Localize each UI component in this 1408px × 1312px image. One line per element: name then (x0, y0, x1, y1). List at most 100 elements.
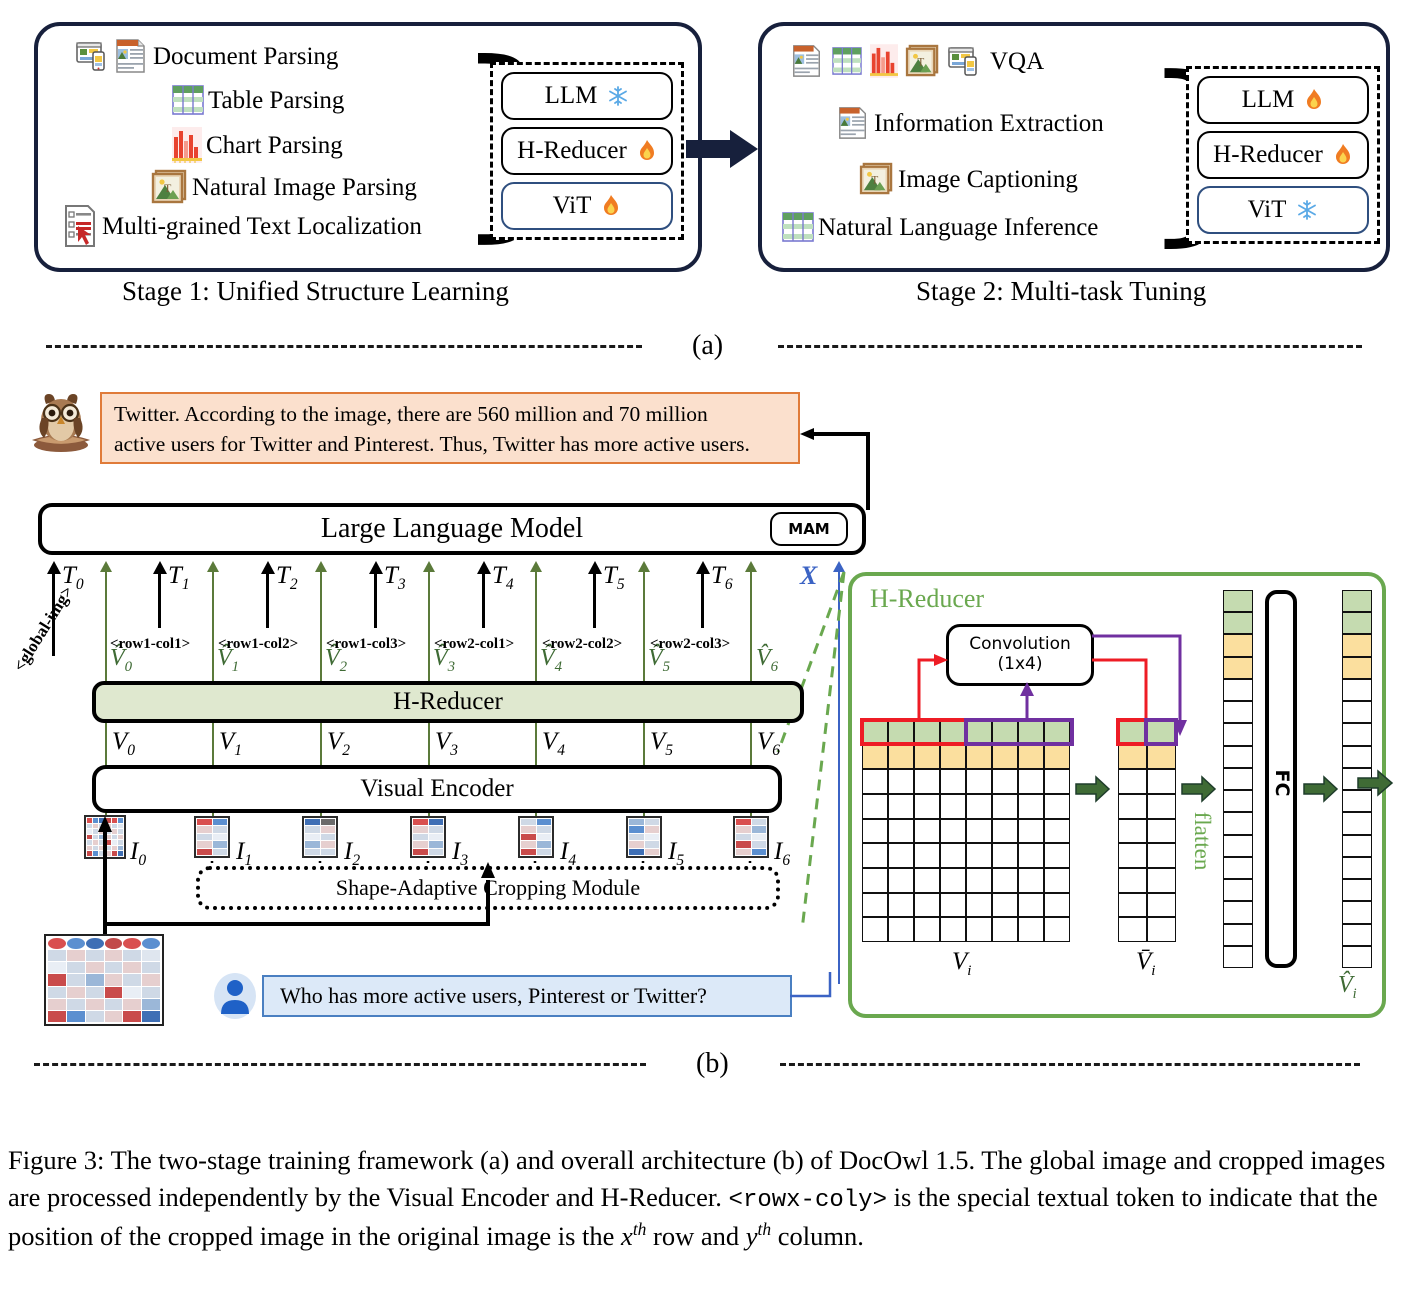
vbar-strip (1118, 720, 1176, 942)
snowflake-icon (1296, 199, 1318, 221)
vhat-cell (1342, 879, 1372, 902)
token-t2: T2 (276, 562, 298, 593)
vhat0-shaft (105, 572, 107, 682)
vbar-cell (1118, 867, 1147, 893)
token-t4: T4 (492, 562, 514, 593)
vi-cell (888, 843, 914, 868)
stage2-task-1-label: Information Extraction (874, 109, 1104, 137)
stage2-module-llm[interactable]: LLM (1197, 76, 1369, 124)
stage2-module-vit[interactable]: ViT (1197, 186, 1369, 234)
vi-cell (992, 892, 1018, 918)
vi-to-vbar-arrow (1075, 775, 1111, 803)
vbar-cell (1118, 892, 1147, 918)
vi-cell (940, 917, 966, 942)
snowflake-icon (607, 85, 629, 107)
rowcol-token-5: <row2-col3> (650, 636, 731, 652)
vi-cell (862, 744, 888, 770)
vi-cell (1044, 843, 1070, 868)
stage1-task-2: Chart Parsing (172, 127, 343, 163)
stage2-module-vit-label: ViT (1247, 196, 1287, 223)
rowcol-token-3: <row2-col1> (434, 636, 515, 652)
vi-cell (1044, 769, 1070, 794)
h-reducer-label: H-Reducer (393, 688, 503, 715)
vhat5-shaft (643, 572, 645, 682)
vhat3-arrowhead (423, 561, 435, 572)
vhat4-arrowhead (530, 561, 542, 572)
x-arrowhead (833, 561, 845, 572)
vbar-label: V̄i (1136, 948, 1156, 979)
stage1-module-hreducer[interactable]: H-Reducer (501, 127, 673, 175)
visual-encoder-label: Visual Encoder (360, 775, 514, 802)
global-img-token: <global-img> (9, 582, 77, 675)
vi-cell (966, 843, 992, 868)
caption-mid: row and (646, 1220, 746, 1251)
stage2-module-group: LLM H-Reducer ViT (1186, 66, 1380, 244)
vhat-cell (1342, 656, 1372, 679)
stage2-module-hreducer[interactable]: H-Reducer (1197, 131, 1369, 179)
vbar-cell (1118, 843, 1147, 868)
token-v-0: V0 (112, 728, 136, 759)
stage2-module-llm-label: LLM (1241, 86, 1295, 113)
vbar-cell (1118, 917, 1147, 942)
vi-cell (940, 892, 966, 918)
t3-arrow-shaft (374, 572, 377, 628)
vi-cell (1044, 892, 1070, 918)
vi-cell (888, 917, 914, 942)
model-answer-bubble: Twitter. According to the image, there a… (100, 392, 800, 464)
vi-cell (940, 793, 966, 819)
vi-cell (862, 867, 888, 893)
flatten-cell (1223, 612, 1253, 635)
stage1-module-llm[interactable]: LLM (501, 72, 673, 120)
vi-cell (940, 867, 966, 893)
vi-cell (862, 769, 888, 794)
vhat-cell (1342, 812, 1372, 835)
vhat1-shaft (212, 572, 214, 682)
caption-token: <rowx-coly> (728, 1186, 887, 1214)
vhat-cell (1342, 590, 1372, 613)
mam-badge[interactable]: MAM (770, 512, 848, 546)
stage2-caption: Stage 2: Multi-task Tuning (916, 276, 1207, 306)
figure-caption: Figure 3: The two-stage training framewo… (8, 1142, 1400, 1254)
vhat2-arrowhead (315, 561, 327, 572)
vi-cell (966, 917, 992, 942)
stage1-task-3: T Natural Image Parsing (151, 169, 417, 204)
vi-purple-selection-box (964, 718, 1074, 746)
hreducer-output-arrow (1357, 769, 1394, 797)
vhat1-arrowhead (207, 561, 219, 572)
stage1-module-vit[interactable]: ViT (501, 182, 673, 230)
vi-cell (1018, 867, 1044, 893)
fc-label: FC (1271, 769, 1293, 797)
vi-cell (992, 744, 1018, 770)
vi-feature-grid (862, 720, 1070, 942)
v5-line (643, 723, 645, 769)
panel-a-label: (a) (692, 330, 724, 361)
vi-cell (862, 892, 888, 918)
vbar-cell (1147, 744, 1176, 770)
vhat-label: V̂i (1338, 972, 1357, 1002)
user-query-bubble: Who has more active users, Pinterest or … (262, 975, 792, 1017)
stage1-task-4: Multi-grained Text Localization (62, 204, 422, 248)
h-reducer-block: H-Reducer (92, 681, 804, 723)
v0-line (105, 723, 107, 769)
webpage-icon (76, 39, 110, 73)
vi-cell (862, 818, 888, 844)
caption-y-var: y (745, 1220, 758, 1251)
vi-cell (1018, 892, 1044, 918)
document-icon (790, 44, 824, 78)
vi-cell (914, 867, 940, 893)
separator-left-a (46, 345, 642, 348)
vi-cell (940, 769, 966, 794)
v1-line (212, 723, 214, 769)
fire-icon (637, 139, 657, 163)
t4-arrow-shaft (482, 572, 485, 628)
flatten-cell (1223, 834, 1253, 857)
vi-cell (914, 769, 940, 794)
vhat4-shaft (535, 572, 537, 682)
stage1-task-0-label: Document Parsing (153, 42, 339, 70)
vi-cell (1044, 793, 1070, 819)
v6-line (750, 723, 752, 769)
v2-line (320, 723, 322, 769)
h-reducer-detail-panel: H-Reducer Convolution (1x4) Vi V̄i flatt… (848, 572, 1386, 1018)
thumbnail-i4 (518, 816, 554, 858)
vi-cell (940, 843, 966, 868)
